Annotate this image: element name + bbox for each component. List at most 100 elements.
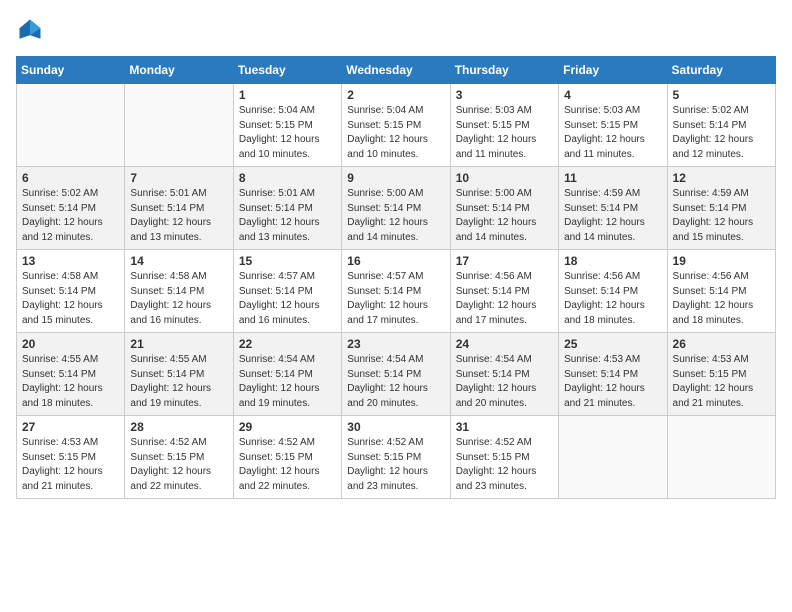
calendar-cell: 26 Sunrise: 4:53 AMSunset: 5:15 PMDayligh…: [667, 333, 775, 416]
calendar-cell: 21 Sunrise: 4:55 AMSunset: 5:14 PMDayligh…: [125, 333, 233, 416]
day-number: 11: [564, 171, 661, 185]
calendar-cell: 1 Sunrise: 5:04 AMSunset: 5:15 PMDaylight…: [233, 84, 341, 167]
calendar-cell: [17, 84, 125, 167]
day-info: Sunrise: 4:54 AMSunset: 5:14 PMDaylight:…: [239, 353, 336, 411]
calendar-cell: 15Sunrise: 4:57 AMSunset: 5:14 PMDayligh…: [233, 250, 341, 333]
calendar-cell: 23Sunrise: 4:54 AMSunset: 5:14 PMDayligh…: [342, 333, 450, 416]
calendar-cell: 22 Sunrise: 4:54 AMSunset: 5:14 PMDayligh…: [233, 333, 341, 416]
calendar-cell: 4 Sunrise: 5:03 AMSunset: 5:15 PMDaylight…: [559, 84, 667, 167]
calendar-week-row: 6 Sunrise: 5:02 AMSunset: 5:14 PMDaylight…: [17, 167, 776, 250]
day-number: 10: [456, 171, 553, 185]
calendar-cell: [667, 416, 775, 499]
day-info: Sunrise: 4:53 AMSunset: 5:15 PMDaylight:…: [22, 436, 119, 494]
day-number: 23: [347, 337, 444, 351]
calendar-cell: 20 Sunrise: 4:55 AMSunset: 5:14 PMDayligh…: [17, 333, 125, 416]
calendar-cell: 30Sunrise: 4:52 AMSunset: 5:15 PMDayligh…: [342, 416, 450, 499]
day-info: Sunrise: 4:55 AMSunset: 5:14 PMDaylight:…: [130, 353, 227, 411]
day-info: Sunrise: 5:01 AMSunset: 5:14 PMDaylight:…: [239, 187, 336, 245]
day-info: Sunrise: 4:55 AMSunset: 5:14 PMDaylight:…: [22, 353, 119, 411]
day-number: 5: [673, 88, 770, 102]
day-number: 21: [130, 337, 227, 351]
day-number: 30: [347, 420, 444, 434]
day-number: 2: [347, 88, 444, 102]
day-info: Sunrise: 4:53 AMSunset: 5:15 PMDaylight:…: [673, 353, 770, 411]
day-info: Sunrise: 5:03 AMSunset: 5:15 PMDaylight:…: [564, 104, 661, 162]
day-info: Sunrise: 5:04 AMSunset: 5:15 PMDaylight:…: [347, 104, 444, 162]
day-info: Sunrise: 4:59 AMSunset: 5:14 PMDaylight:…: [673, 187, 770, 245]
day-info: Sunrise: 5:03 AMSunset: 5:15 PMDaylight:…: [456, 104, 553, 162]
calendar-cell: 13 Sunrise: 4:58 AMSunset: 5:14 PMDayligh…: [17, 250, 125, 333]
calendar-week-row: 20 Sunrise: 4:55 AMSunset: 5:14 PMDayligh…: [17, 333, 776, 416]
day-info: Sunrise: 4:54 AMSunset: 5:14 PMDaylight:…: [456, 353, 553, 411]
calendar-cell: 12 Sunrise: 4:59 AMSunset: 5:14 PMDayligh…: [667, 167, 775, 250]
day-number: 9: [347, 171, 444, 185]
day-number: 22: [239, 337, 336, 351]
day-info: Sunrise: 4:59 AMSunset: 5:14 PMDaylight:…: [564, 187, 661, 245]
calendar-cell: 16 Sunrise: 4:57 AMSunset: 5:14 PMDayligh…: [342, 250, 450, 333]
day-number: 29: [239, 420, 336, 434]
day-info: Sunrise: 5:02 AMSunset: 5:14 PMDaylight:…: [673, 104, 770, 162]
calendar-cell: 19 Sunrise: 4:56 AMSunset: 5:14 PMDayligh…: [667, 250, 775, 333]
calendar-cell: 6 Sunrise: 5:02 AMSunset: 5:14 PMDaylight…: [17, 167, 125, 250]
weekday-header: Tuesday: [233, 57, 341, 84]
calendar-cell: 5 Sunrise: 5:02 AMSunset: 5:14 PMDaylight…: [667, 84, 775, 167]
weekday-header: Sunday: [17, 57, 125, 84]
page-header: [16, 16, 776, 44]
calendar-cell: [559, 416, 667, 499]
calendar-cell: 11 Sunrise: 4:59 AMSunset: 5:14 PMDayligh…: [559, 167, 667, 250]
logo: [16, 16, 48, 44]
day-number: 17: [456, 254, 553, 268]
calendar-cell: 8 Sunrise: 5:01 AMSunset: 5:14 PMDaylight…: [233, 167, 341, 250]
calendar-week-row: 13 Sunrise: 4:58 AMSunset: 5:14 PMDayligh…: [17, 250, 776, 333]
calendar-cell: 25Sunrise: 4:53 AMSunset: 5:14 PMDayligh…: [559, 333, 667, 416]
weekday-header: Wednesday: [342, 57, 450, 84]
day-number: 31: [456, 420, 553, 434]
calendar-cell: 2 Sunrise: 5:04 AMSunset: 5:15 PMDaylight…: [342, 84, 450, 167]
day-number: 4: [564, 88, 661, 102]
day-info: Sunrise: 4:56 AMSunset: 5:14 PMDaylight:…: [564, 270, 661, 328]
day-number: 20: [22, 337, 119, 351]
day-info: Sunrise: 4:52 AMSunset: 5:15 PMDaylight:…: [130, 436, 227, 494]
calendar-week-row: 1 Sunrise: 5:04 AMSunset: 5:15 PMDaylight…: [17, 84, 776, 167]
calendar-table: SundayMondayTuesdayWednesdayThursdayFrid…: [16, 56, 776, 499]
weekday-header: Thursday: [450, 57, 558, 84]
day-number: 19: [673, 254, 770, 268]
day-number: 25: [564, 337, 661, 351]
day-info: Sunrise: 4:52 AMSunset: 5:15 PMDaylight:…: [456, 436, 553, 494]
day-info: Sunrise: 5:01 AMSunset: 5:14 PMDaylight:…: [130, 187, 227, 245]
calendar-cell: 27 Sunrise: 4:53 AMSunset: 5:15 PMDayligh…: [17, 416, 125, 499]
calendar-cell: 14 Sunrise: 4:58 AMSunset: 5:14 PMDayligh…: [125, 250, 233, 333]
calendar-cell: 29 Sunrise: 4:52 AMSunset: 5:15 PMDayligh…: [233, 416, 341, 499]
day-info: Sunrise: 5:00 AMSunset: 5:14 PMDaylight:…: [456, 187, 553, 245]
day-number: 13: [22, 254, 119, 268]
day-info: Sunrise: 4:58 AMSunset: 5:14 PMDaylight:…: [130, 270, 227, 328]
day-info: Sunrise: 5:00 AMSunset: 5:14 PMDaylight:…: [347, 187, 444, 245]
day-number: 12: [673, 171, 770, 185]
calendar-cell: 24Sunrise: 4:54 AMSunset: 5:14 PMDayligh…: [450, 333, 558, 416]
day-number: 18: [564, 254, 661, 268]
day-number: 27: [22, 420, 119, 434]
day-number: 15: [239, 254, 336, 268]
day-number: 16: [347, 254, 444, 268]
day-number: 6: [22, 171, 119, 185]
calendar-cell: 18 Sunrise: 4:56 AMSunset: 5:14 PMDayligh…: [559, 250, 667, 333]
day-info: Sunrise: 5:04 AMSunset: 5:15 PMDaylight:…: [239, 104, 336, 162]
day-number: 26: [673, 337, 770, 351]
day-info: Sunrise: 4:57 AMSunset: 5:14 PMDaylight:…: [347, 270, 444, 328]
day-info: Sunrise: 4:56 AMSunset: 5:14 PMDaylight:…: [456, 270, 553, 328]
calendar-cell: 17 Sunrise: 4:56 AMSunset: 5:14 PMDayligh…: [450, 250, 558, 333]
day-info: Sunrise: 4:52 AMSunset: 5:15 PMDaylight:…: [239, 436, 336, 494]
day-info: Sunrise: 4:58 AMSunset: 5:14 PMDaylight:…: [22, 270, 119, 328]
day-number: 14: [130, 254, 227, 268]
calendar-cell: 3 Sunrise: 5:03 AMSunset: 5:15 PMDaylight…: [450, 84, 558, 167]
day-number: 8: [239, 171, 336, 185]
day-number: 3: [456, 88, 553, 102]
day-number: 1: [239, 88, 336, 102]
weekday-header: Friday: [559, 57, 667, 84]
weekday-header-row: SundayMondayTuesdayWednesdayThursdayFrid…: [17, 57, 776, 84]
day-info: Sunrise: 4:56 AMSunset: 5:14 PMDaylight:…: [673, 270, 770, 328]
calendar-cell: 31 Sunrise: 4:52 AMSunset: 5:15 PMDayligh…: [450, 416, 558, 499]
calendar-cell: [125, 84, 233, 167]
calendar-cell: 7Sunrise: 5:01 AMSunset: 5:14 PMDaylight…: [125, 167, 233, 250]
day-info: Sunrise: 5:02 AMSunset: 5:14 PMDaylight:…: [22, 187, 119, 245]
